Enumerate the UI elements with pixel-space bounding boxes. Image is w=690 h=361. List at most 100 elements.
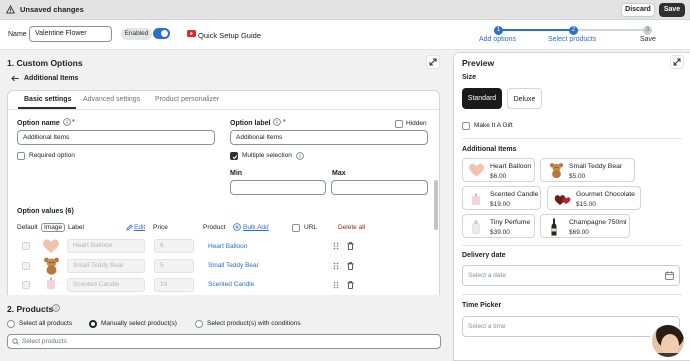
- addon-price: $15.00: [576, 201, 596, 208]
- trash-icon[interactable]: [347, 242, 354, 250]
- candle-thumbnail: [46, 277, 56, 289]
- multiple-selection-checkbox[interactable]: [230, 152, 238, 160]
- product-search-placeholder: Select products: [22, 338, 67, 345]
- calendar-icon[interactable]: [665, 271, 674, 280]
- plus-circle-icon[interactable]: [233, 223, 241, 231]
- product-search-input[interactable]: [7, 334, 441, 349]
- hidden-checkbox[interactable]: [395, 120, 403, 128]
- discard-button[interactable]: Discard: [621, 3, 655, 17]
- option-title: Additional Items: [24, 75, 79, 82]
- trash-icon[interactable]: [347, 281, 354, 289]
- addon-name: Tiny Perfume: [490, 219, 531, 226]
- row-default-checkbox[interactable]: [22, 242, 30, 250]
- step-1-dot[interactable]: 1: [494, 26, 503, 35]
- addon-name: Gourmet Chocolate: [576, 191, 635, 198]
- addon-price: $6.00: [490, 173, 507, 180]
- chocolate-thumbnail: [554, 192, 572, 206]
- url-checkbox[interactable]: [292, 224, 300, 232]
- row-default-checkbox[interactable]: [22, 281, 30, 289]
- edit-icon[interactable]: [126, 224, 133, 231]
- row-price-input[interactable]: 19: [154, 278, 194, 292]
- step-2-dot[interactable]: 2: [569, 26, 578, 35]
- addon-small-teddy-bear[interactable]: Small Teddy Bear $5.00: [540, 158, 635, 182]
- expand-icon[interactable]: [670, 55, 684, 69]
- name-input[interactable]: Valentine Flower: [29, 26, 112, 42]
- step-remaining-line: [573, 29, 648, 31]
- trash-icon[interactable]: [347, 262, 354, 270]
- row-price-input[interactable]: 6: [154, 239, 194, 253]
- custom-options-title: 1. Custom Options: [7, 58, 83, 68]
- addon-name: Champagne 750ml: [569, 219, 627, 226]
- perfume-thumbnail: [472, 220, 480, 234]
- radio-manual-select[interactable]: [89, 320, 97, 328]
- size-deluxe-button[interactable]: Deluxe: [507, 88, 542, 109]
- option-name-input[interactable]: Additional Items: [17, 130, 215, 145]
- teddy-bear-thumbnail: [549, 162, 564, 179]
- enabled-toggle[interactable]: [153, 28, 170, 39]
- min-input[interactable]: [230, 180, 326, 195]
- save-button[interactable]: Save: [659, 3, 685, 17]
- addon-price: $19.00: [490, 201, 510, 208]
- max-label: Max: [332, 170, 346, 177]
- option-name-label: Option name: [17, 120, 60, 127]
- scrollbar[interactable]: [434, 180, 438, 230]
- addon-champagne[interactable]: Champagne 750ml $69.00: [540, 214, 630, 238]
- make-gift-checkbox[interactable]: [462, 122, 470, 130]
- col-image: Image: [41, 223, 66, 232]
- candle-thumbnail: [471, 193, 481, 205]
- addon-gourmet-chocolate[interactable]: Gourmet Chocolate $15.00: [547, 186, 641, 210]
- tab-product-personalizer[interactable]: Product personalizer: [155, 96, 219, 103]
- row-product-link[interactable]: Heart Balloon: [208, 243, 247, 250]
- row-default-checkbox[interactable]: [22, 262, 30, 270]
- step-1-label[interactable]: Add options: [479, 36, 516, 43]
- preview-divider: [462, 245, 682, 246]
- col-url: URL: [304, 224, 318, 231]
- row-label-input[interactable]: Heart Balloon: [67, 239, 145, 253]
- addon-scented-candle[interactable]: Scented Candle $19.00: [462, 186, 541, 210]
- required-option-label: Required option: [29, 152, 75, 159]
- info-icon: [296, 152, 304, 160]
- additional-items-title: Additional Items: [462, 146, 517, 153]
- step-3-label[interactable]: Save: [640, 36, 656, 43]
- radio-select-all[interactable]: [7, 320, 15, 328]
- option-values-title: Option values (6): [17, 208, 74, 215]
- delivery-date-placeholder: Select a date: [468, 272, 506, 279]
- option-label-input[interactable]: Additional Items: [230, 130, 428, 145]
- youtube-icon[interactable]: [187, 30, 196, 37]
- tab-basic-settings[interactable]: Basic settings: [24, 96, 71, 103]
- drag-icon[interactable]: [333, 242, 339, 250]
- teddy-bear-thumbnail: [43, 257, 60, 275]
- tab-advanced-settings[interactable]: Advanced settings: [83, 96, 140, 103]
- row-product-link[interactable]: Small Teddy Bear: [208, 262, 259, 269]
- required-option-checkbox[interactable]: [17, 152, 25, 160]
- support-chat-avatar[interactable]: [650, 323, 686, 359]
- max-input[interactable]: [331, 180, 428, 195]
- row-label-input[interactable]: Small Teddy Bear: [67, 259, 145, 273]
- drag-icon[interactable]: [333, 281, 339, 289]
- bulk-add-link[interactable]: Bulk Add: [243, 224, 269, 231]
- row-price-input[interactable]: 5: [154, 259, 194, 273]
- quick-setup-link[interactable]: Quick Setup Guide: [198, 31, 261, 40]
- drag-icon[interactable]: [333, 262, 339, 270]
- manual-select-label: Manually select product(s): [101, 320, 177, 327]
- expand-icon[interactable]: [426, 55, 440, 69]
- step-2-label[interactable]: Select products: [548, 36, 596, 43]
- info-icon: [273, 118, 281, 126]
- addon-heart-balloon[interactable]: Heart Balloon $6.00: [462, 158, 535, 182]
- back-arrow-icon[interactable]: [11, 75, 19, 82]
- addon-tiny-perfume[interactable]: Tiny Perfume $39.00: [462, 214, 535, 238]
- col-label: Label: [68, 224, 84, 231]
- name-label: Name: [8, 31, 27, 38]
- search-icon: [12, 338, 19, 345]
- warning-icon: [6, 5, 15, 14]
- col-product: Product: [203, 224, 226, 231]
- row-product-link[interactable]: Scented Candle: [208, 281, 254, 288]
- edit-link[interactable]: Edit: [134, 224, 145, 231]
- size-standard-button[interactable]: Standard: [462, 88, 502, 109]
- addon-name: Scented Candle: [490, 191, 539, 198]
- step-3-dot[interactable]: 3: [643, 26, 652, 35]
- unsaved-changes-title: Unsaved changes: [20, 5, 84, 14]
- radio-conditions[interactable]: [195, 320, 203, 328]
- delete-all-link[interactable]: Delete all: [338, 224, 365, 231]
- row-label-input[interactable]: Scented Candle: [67, 278, 145, 292]
